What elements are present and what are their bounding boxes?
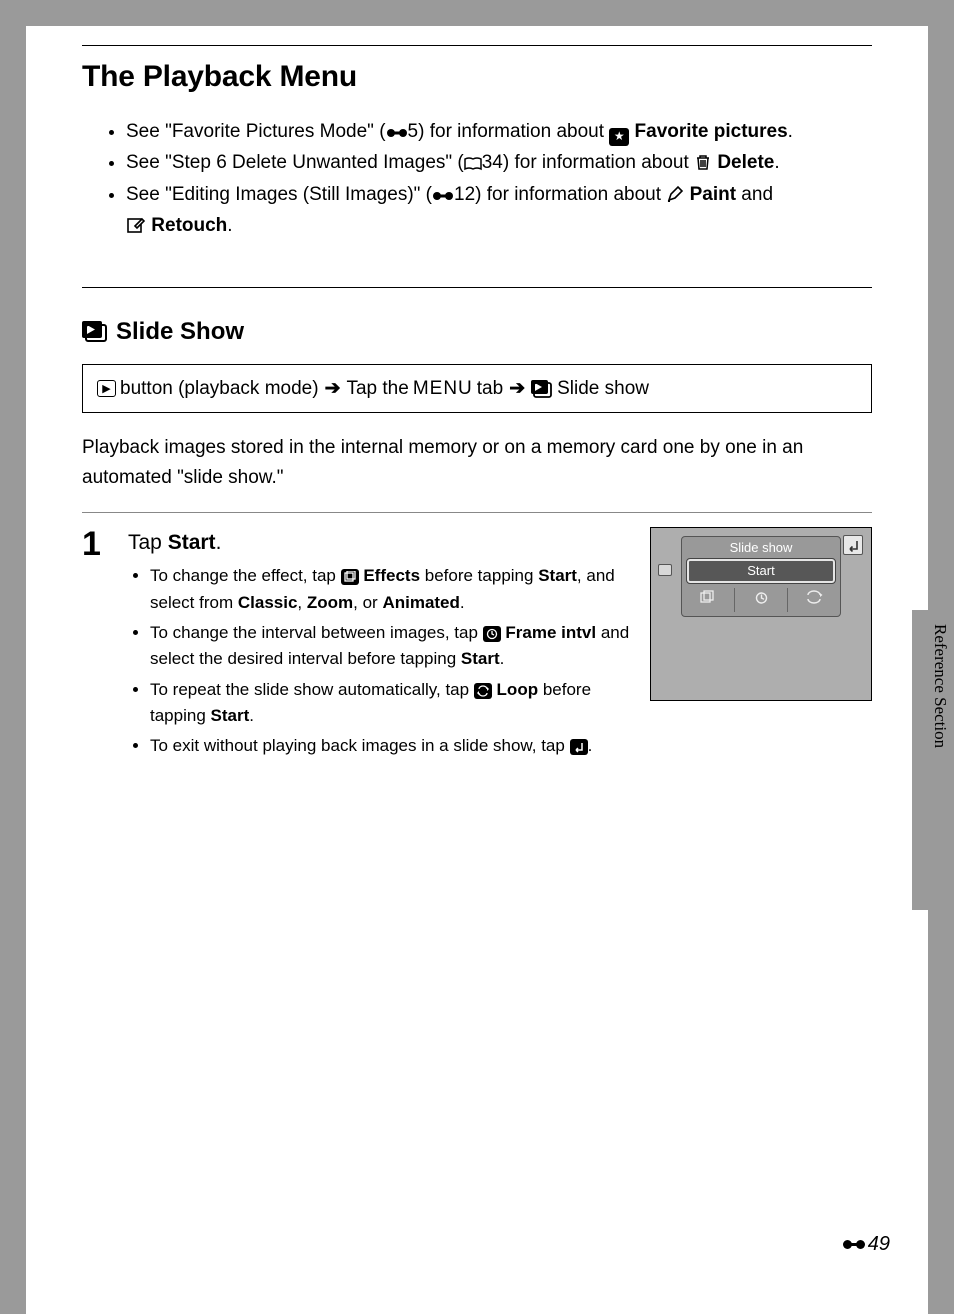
text: tab [477, 378, 503, 400]
list-item: See "Editing Images (Still Images)" ( 12)… [126, 179, 872, 242]
text: Slide show [557, 378, 649, 400]
delete-icon [694, 153, 712, 171]
mock-start-button[interactable]: Start [687, 559, 835, 583]
text-bold: Favorite pictures [635, 121, 788, 142]
text-bold: Frame intvl [505, 623, 596, 642]
content-area: The Playback Menu See "Favorite Pictures… [82, 45, 872, 764]
playback-button-icon: ▶ [97, 380, 116, 397]
mock-effects-button[interactable] [682, 588, 735, 612]
mock-interval-button[interactable] [735, 588, 788, 612]
manual-page: Reference Section The Playback Menu See … [0, 0, 954, 1314]
text: To exit without playing back images in a… [150, 736, 570, 755]
mock-panel: Slide show Start [681, 536, 841, 617]
text-bold: Retouch [151, 215, 227, 236]
side-tab-label: Reference Section [930, 624, 950, 748]
text: Tap the [346, 378, 408, 400]
text: To change the effect, tap [150, 566, 341, 585]
slideshow-icon [82, 321, 108, 343]
list-item: See "Favorite Pictures Mode" ( 5) for inf… [126, 116, 872, 147]
list-item: To change the effect, tap Effects before… [150, 563, 632, 616]
arrow-icon: ➔ [325, 377, 341, 400]
step-1: 1 Tap Start. To change the effect, tap E… [82, 527, 872, 763]
text-bold: Start [211, 706, 250, 725]
text-bold: Effects [363, 566, 420, 585]
text-bold: Start [168, 531, 216, 554]
title-rule [82, 45, 872, 46]
slideshow-icon [531, 380, 553, 398]
text-bold: Zoom [307, 593, 353, 612]
mock-loop-button[interactable] [788, 588, 840, 612]
mock-button-row [682, 588, 840, 612]
thin-rule [82, 512, 872, 513]
text: button (playback mode) [120, 378, 319, 400]
menu-label: MENU [413, 378, 473, 400]
step-body: Tap Start. To change the effect, tap Eff… [128, 527, 632, 763]
list-item: See "Step 6 Delete Unwanted Images" ( 34)… [126, 147, 872, 178]
list-item: To exit without playing back images in a… [150, 733, 632, 759]
text: 34) for information about [482, 152, 694, 173]
text: To repeat the slide show automatically, … [150, 680, 474, 699]
text-bold: Paint [690, 184, 736, 205]
frame-interval-icon [483, 626, 501, 642]
text-bold: Start [461, 649, 500, 668]
camera-screen-mock: Slide show Start [650, 527, 872, 701]
page-number: 49 [842, 1233, 890, 1256]
list-item: To repeat the slide show automatically, … [150, 677, 632, 730]
text: See "Editing Images (Still Images)" ( [126, 184, 432, 205]
text: before tapping [420, 566, 538, 585]
text: , or [353, 593, 382, 612]
mock-back-button[interactable] [843, 535, 863, 555]
ref-icon [842, 1237, 866, 1252]
text: To change the interval between images, t… [150, 623, 483, 642]
loop-icon [474, 683, 492, 699]
effects-icon [341, 569, 359, 585]
slideshow-heading: Slide Show [82, 318, 872, 346]
step-number: 1 [82, 527, 110, 561]
text: See "Step 6 Delete Unwanted Images" ( [126, 152, 464, 173]
ref-icon [432, 189, 454, 203]
book-icon [464, 157, 482, 171]
text-bold: Classic [238, 593, 298, 612]
text: 12) for information about [454, 184, 666, 205]
page-number-text: 49 [868, 1233, 890, 1256]
text-bold: Animated [382, 593, 459, 612]
intro-bullet-list: See "Favorite Pictures Mode" ( 5) for inf… [82, 116, 872, 241]
step-sublist: To change the effect, tap Effects before… [128, 563, 632, 759]
text: Tap [128, 531, 168, 554]
text: 5) for information about [408, 121, 610, 142]
list-item: To change the interval between images, t… [150, 620, 632, 673]
navigation-path-box: ▶ button (playback mode) ➔ Tap the MENU … [82, 364, 872, 413]
mock-tab-icon [658, 564, 672, 576]
top-gray-band [0, 0, 954, 26]
paint-icon [666, 185, 684, 203]
mock-title: Slide show [682, 537, 840, 557]
page-title: The Playback Menu [82, 60, 872, 94]
step-title: Tap Start. [128, 531, 632, 555]
section-description: Playback images stored in the internal m… [82, 433, 872, 492]
arrow-icon: ➔ [509, 377, 525, 400]
left-gray-band [0, 0, 26, 1314]
favorite-icon: ★ [609, 128, 629, 146]
heading-text: Slide Show [116, 318, 244, 346]
text: and [736, 184, 773, 205]
back-icon [570, 739, 588, 755]
section-rule [82, 287, 872, 288]
text-bold: Delete [717, 152, 774, 173]
text-bold: Start [538, 566, 577, 585]
ref-icon [386, 126, 408, 140]
retouch-icon [126, 216, 146, 234]
text: See "Favorite Pictures Mode" ( [126, 121, 386, 142]
text-bold: Loop [497, 680, 539, 699]
